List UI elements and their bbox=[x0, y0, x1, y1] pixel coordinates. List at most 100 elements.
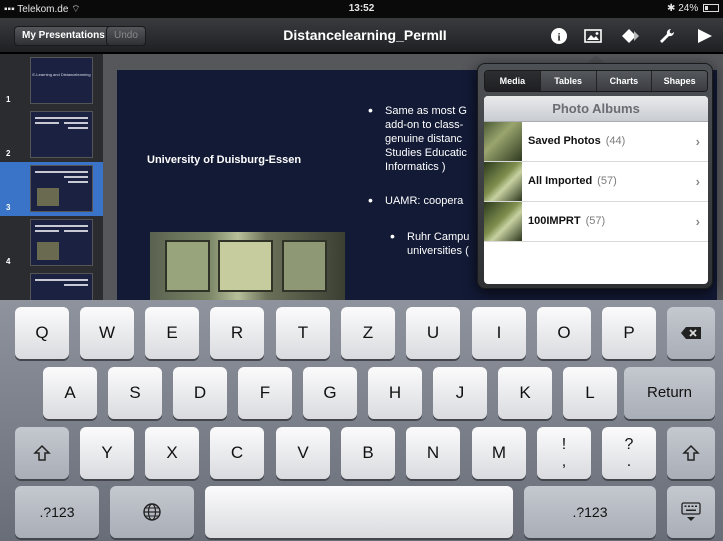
backspace-icon bbox=[681, 327, 701, 340]
slide-thumbnail-image bbox=[30, 273, 93, 300]
tab-shapes[interactable]: Shapes bbox=[652, 71, 707, 91]
key-hide-keyboard[interactable] bbox=[667, 486, 715, 538]
svg-text:i: i bbox=[557, 32, 560, 44]
slide-thumbnail-image: E-Learning and Distancelearning bbox=[30, 57, 93, 104]
slide-thumbnail-1[interactable]: E-Learning and Distancelearning 1 bbox=[0, 54, 103, 108]
key-p[interactable]: P bbox=[602, 307, 656, 359]
key-return[interactable]: Return bbox=[624, 367, 715, 419]
wrench-icon[interactable] bbox=[656, 26, 678, 46]
key-j[interactable]: J bbox=[433, 367, 487, 419]
slide-number: 1 bbox=[6, 95, 11, 104]
my-presentations-button[interactable]: My Presentations bbox=[14, 26, 113, 46]
slide-number: 3 bbox=[6, 203, 11, 212]
key-bottom-char: , bbox=[561, 453, 567, 470]
album-name: 100IMPRT (57) bbox=[528, 215, 606, 227]
key-c[interactable]: C bbox=[210, 427, 264, 479]
thumbnail-title: E-Learning and Distancelearning bbox=[32, 72, 91, 77]
album-row-saved-photos[interactable]: Saved Photos (44) › bbox=[484, 122, 708, 162]
key-k[interactable]: K bbox=[498, 367, 552, 419]
popover-tabs: Media Tables Charts Shapes bbox=[484, 70, 708, 92]
key-u[interactable]: U bbox=[406, 307, 460, 359]
battery-percent: 24% bbox=[678, 3, 699, 14]
album-name: All Imported (57) bbox=[528, 175, 617, 187]
key-n[interactable]: N bbox=[406, 427, 460, 479]
slide-number: 2 bbox=[6, 149, 11, 158]
key-question-period[interactable]: ?. bbox=[602, 427, 656, 479]
tab-media[interactable]: Media bbox=[485, 71, 541, 91]
album-name: Saved Photos (44) bbox=[528, 135, 626, 147]
key-b[interactable]: B bbox=[341, 427, 395, 479]
animation-icon[interactable] bbox=[620, 26, 642, 46]
media-popover: Media Tables Charts Shapes Photo Albums … bbox=[477, 63, 713, 289]
play-icon[interactable] bbox=[693, 26, 715, 46]
key-y[interactable]: Y bbox=[80, 427, 134, 479]
key-exclamation-comma[interactable]: !, bbox=[537, 427, 591, 479]
toolbar: My Presentations Undo Distancelearning_P… bbox=[0, 18, 723, 53]
key-v[interactable]: V bbox=[276, 427, 330, 479]
key-space[interactable] bbox=[205, 486, 513, 538]
bluetooth-icon: ✱ bbox=[667, 3, 676, 14]
key-e[interactable]: E bbox=[145, 307, 199, 359]
key-l[interactable]: L bbox=[563, 367, 617, 419]
tab-tables[interactable]: Tables bbox=[540, 71, 597, 91]
key-f[interactable]: F bbox=[238, 367, 292, 419]
key-globe[interactable] bbox=[110, 486, 194, 538]
key-d[interactable]: D bbox=[173, 367, 227, 419]
key-i[interactable]: I bbox=[472, 307, 526, 359]
key-a[interactable]: A bbox=[43, 367, 97, 419]
globe-icon bbox=[143, 503, 161, 521]
key-shift-right[interactable] bbox=[667, 427, 715, 479]
chevron-right-icon: › bbox=[695, 174, 700, 189]
key-shift-left[interactable] bbox=[15, 427, 69, 479]
tab-charts[interactable]: Charts bbox=[596, 71, 653, 91]
key-h[interactable]: H bbox=[368, 367, 422, 419]
clock: 13:52 bbox=[348, 3, 375, 14]
media-icon[interactable] bbox=[582, 26, 604, 46]
battery-status: ✱ 24% bbox=[667, 3, 719, 14]
album-row-all-imported[interactable]: All Imported (57) › bbox=[484, 162, 708, 202]
key-s[interactable]: S bbox=[108, 367, 162, 419]
key-numbers-left[interactable]: .?123 bbox=[15, 486, 99, 538]
key-top-char: ? bbox=[624, 436, 634, 453]
slide-thumbnail-image bbox=[30, 165, 93, 212]
key-r[interactable]: R bbox=[210, 307, 264, 359]
undo-button[interactable]: Undo bbox=[106, 26, 146, 46]
slide-number: 4 bbox=[6, 257, 11, 266]
shift-icon bbox=[33, 444, 51, 461]
slide-thumbnail-image bbox=[30, 111, 93, 158]
album-thumbnail bbox=[484, 122, 522, 161]
key-t[interactable]: T bbox=[276, 307, 330, 359]
key-x[interactable]: X bbox=[145, 427, 199, 479]
on-screen-keyboard: Q W E R T Z U I O P A S D F G H J K L Re… bbox=[0, 300, 723, 541]
slide-thumbnail-2[interactable]: 2 bbox=[0, 108, 103, 162]
album-thumbnail bbox=[484, 202, 522, 241]
info-icon[interactable]: i bbox=[548, 26, 570, 46]
slide-thumbnail-3[interactable]: 3 bbox=[0, 162, 103, 216]
photo-albums-list: Photo Albums Saved Photos (44) › All Impo… bbox=[484, 96, 708, 284]
slide-thumbnail-image bbox=[30, 219, 93, 266]
key-z[interactable]: Z bbox=[341, 307, 395, 359]
shift-icon bbox=[682, 444, 700, 461]
chevron-right-icon: › bbox=[695, 134, 700, 149]
key-backspace[interactable] bbox=[667, 307, 715, 359]
key-w[interactable]: W bbox=[80, 307, 134, 359]
slide-thumbnail-5[interactable] bbox=[0, 270, 103, 300]
status-bar: ▪▪▪ Telekom.de ⌔ 13:52 ✱ 24% bbox=[0, 0, 723, 18]
key-bottom-char: . bbox=[626, 453, 632, 470]
key-q[interactable]: Q bbox=[15, 307, 69, 359]
chevron-right-icon: › bbox=[695, 214, 700, 229]
key-numbers-right[interactable]: .?123 bbox=[524, 486, 656, 538]
battery-icon bbox=[703, 4, 719, 12]
key-m[interactable]: M bbox=[472, 427, 526, 479]
photo-albums-header: Photo Albums bbox=[484, 96, 708, 122]
key-g[interactable]: G bbox=[303, 367, 357, 419]
key-o[interactable]: O bbox=[537, 307, 591, 359]
album-row-100imprt[interactable]: 100IMPRT (57) › bbox=[484, 202, 708, 242]
album-count: (44) bbox=[605, 135, 626, 147]
document-title: Distancelearning_PermII bbox=[283, 27, 447, 43]
album-count: (57) bbox=[597, 175, 617, 187]
slide-university-label[interactable]: University of Duisburg-Essen bbox=[147, 154, 301, 166]
slide-thumbnail-4[interactable]: 4 bbox=[0, 216, 103, 270]
album-thumbnail bbox=[484, 162, 522, 201]
keyboard-dismiss-icon bbox=[681, 502, 701, 522]
